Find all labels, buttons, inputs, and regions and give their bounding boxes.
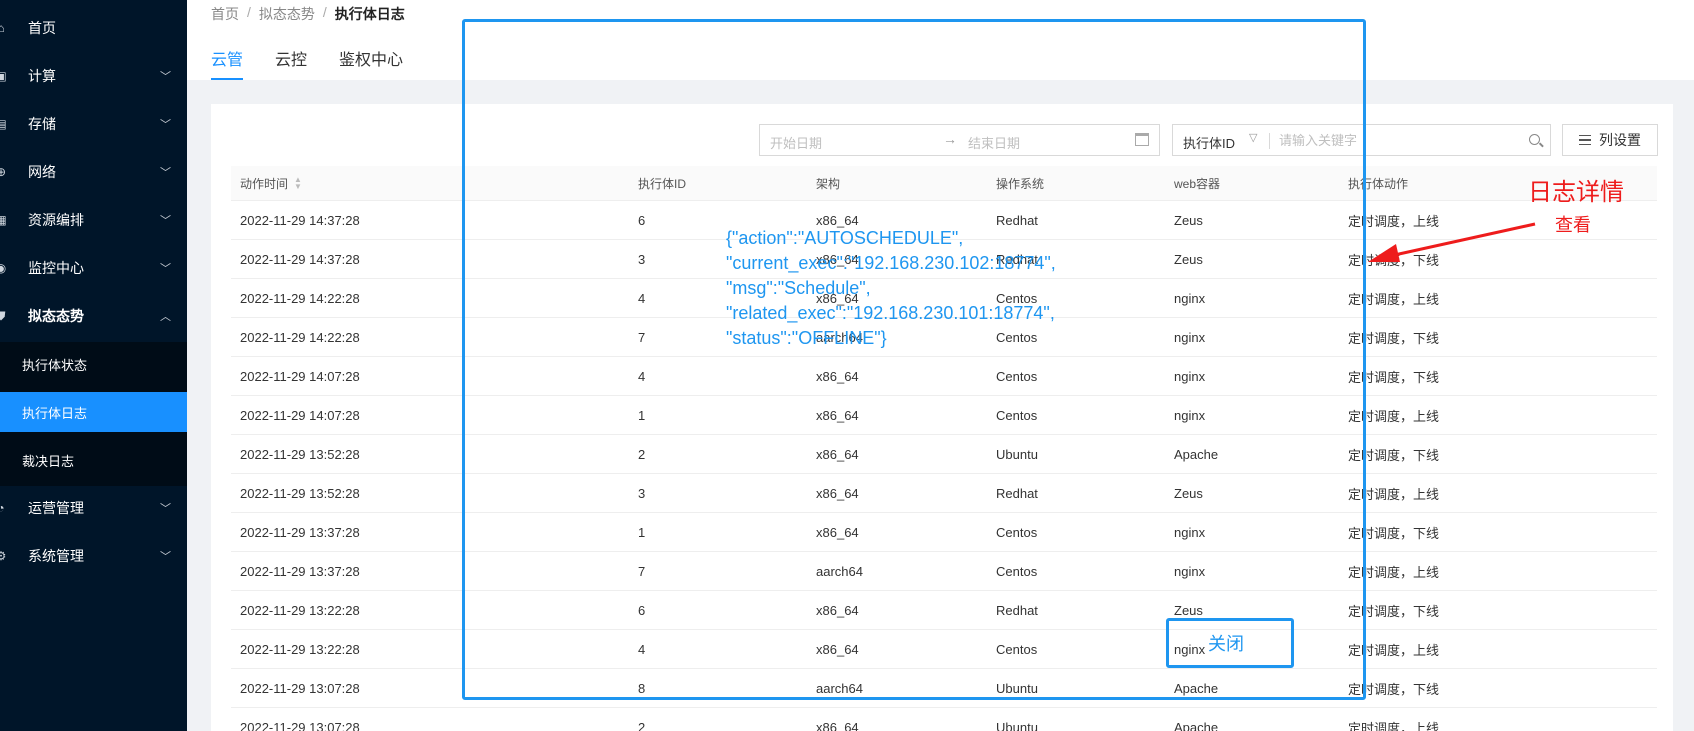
settings-icon: ⚙ (0, 549, 7, 563)
sidebar-subitem[interactable]: 裁决日志 (0, 440, 187, 480)
tab-auth-center[interactable]: 鉴权中心 (339, 46, 403, 80)
log-detail-json: {"action":"AUTOSCHEDULE", "current_exec":… (726, 226, 1056, 351)
column-header-label: 动作时间 (240, 176, 289, 191)
log-detail-line: "related_exec":"192.168.230.101:18774", (726, 303, 1055, 323)
chevron-down-icon: ﹀ (160, 167, 171, 179)
breadcrumb-current: 执行体日志 (334, 6, 405, 22)
table-cell: 2022-11-29 14:07:28 (240, 368, 360, 384)
table-cell: x86_64 (816, 719, 859, 731)
chevron-down-icon: ﹀ (160, 263, 171, 275)
table-cell: 2022-11-29 14:22:28 (240, 290, 360, 306)
sidebar-item-label: 拟态态势 (28, 308, 84, 324)
home-icon: ⌂ (0, 21, 5, 35)
sidebar-item-label: 运营管理 (28, 500, 84, 516)
sidebar-subitem-label: 执行体日志 (22, 405, 88, 421)
annotation-view: 查看 (1555, 215, 1591, 235)
sidebar-item[interactable]: ⊕ 网络 ﹀ (0, 152, 187, 192)
close-button[interactable]: 关闭 (1166, 618, 1294, 668)
sidebar-item[interactable]: ⚙ 系统管理 ﹀ (0, 536, 187, 576)
sort-icon[interactable]: ▲ ▼ (294, 176, 302, 191)
chevron-down-icon: ﹀ (160, 71, 171, 83)
red-arrow-icon (1368, 222, 1536, 262)
table-cell: 2022-11-29 14:22:28 (240, 329, 360, 345)
sidebar-subitem[interactable]: 执行体日志 (0, 392, 187, 432)
sidebar-item-label: 计算 (28, 68, 56, 84)
log-detail-line: "current_exec":"192.168.230.102:18774", (726, 253, 1056, 273)
breadcrumb-home[interactable]: 首页 (211, 4, 239, 24)
monitor-icon: ◉ (0, 261, 7, 275)
sidebar-item-label: 系统管理 (28, 548, 84, 564)
sidebar-item-label: 资源编排 (28, 212, 84, 228)
sidebar: ⌂ 首页 ▣ 计算 ﹀ ▤ 存储 ﹀ ⊕ 网络 ﹀ ▦ 资源编排 ﹀ ◉ 监控中心 ﹀ ⛊ 拟态态势 ︿ ◔ 运营管理 ﹀ ⚙… (0, 0, 187, 731)
column-header-action-time[interactable]: 动作时间 ▲ ▼ (240, 166, 302, 200)
tab-cloud-management[interactable]: 云管 (211, 46, 244, 80)
sidebar-item-label: 首页 (28, 20, 56, 36)
pie-icon: ◔ (0, 501, 5, 515)
log-detail-line: "status":"OFFLINE"} (726, 328, 887, 348)
table-cell: 2022-11-29 14:37:28 (240, 212, 360, 228)
sidebar-item[interactable]: ⌂ 首页 (0, 8, 187, 48)
table-cell: Ubuntu (996, 719, 1038, 731)
list-icon (1579, 135, 1591, 145)
chevron-down-icon: ﹀ (160, 503, 171, 515)
table-cell: 2 (638, 719, 646, 731)
storage-icon: ▤ (0, 117, 7, 131)
breadcrumb-separator: / (322, 4, 327, 20)
orchestration-icon: ▦ (0, 213, 7, 227)
compute-icon: ▣ (0, 69, 7, 83)
search-icon[interactable] (1529, 134, 1540, 145)
chevron-down-icon: ﹀ (160, 119, 171, 131)
table-cell: 2022-11-29 13:22:28 (240, 602, 360, 618)
table-cell: 定时调度，上线 (1348, 720, 1440, 731)
sidebar-item[interactable]: ▤ 存储 ﹀ (0, 104, 187, 144)
sidebar-item-label: 网络 (28, 164, 56, 180)
breadcrumb: 首页 / 拟态态势 / 执行体日志 (211, 4, 405, 24)
table-cell: 2022-11-29 13:52:28 (240, 485, 360, 501)
shield-icon: ⛊ (0, 308, 6, 323)
log-detail-line: "msg":"Schedule", (726, 278, 871, 298)
table-cell: Apache (1174, 719, 1219, 731)
chevron-down-icon: ﹀ (160, 551, 171, 563)
table-cell: 2022-11-29 13:52:28 (240, 446, 360, 462)
sidebar-subitem[interactable]: 执行体状态 (0, 344, 187, 384)
table-cell: 2022-11-29 13:22:28 (240, 641, 360, 657)
tab-cloud-control[interactable]: 云控 (275, 46, 307, 80)
sidebar-item[interactable]: ▣ 计算 ﹀ (0, 56, 187, 96)
table-cell: 2022-11-29 14:07:28 (240, 407, 360, 423)
chevron-down-icon: ﹀ (160, 215, 171, 227)
tab-bar: 云管 云控 鉴权中心 (211, 46, 403, 80)
sidebar-item-label: 存储 (28, 116, 56, 132)
column-settings-button[interactable]: 列设置 (1562, 124, 1658, 156)
globe-icon: ⊕ (0, 165, 7, 179)
table-cell: 2022-11-29 13:37:28 (240, 563, 360, 579)
chevron-up-icon: ︿ (160, 311, 171, 323)
breadcrumb-mimic-status[interactable]: 拟态态势 (259, 4, 315, 24)
sidebar-item[interactable]: ◔ 运营管理 ﹀ (0, 488, 187, 528)
table-cell: 2022-11-29 13:07:28 (240, 719, 360, 731)
table-row[interactable]: 2022-11-29 13:07:28 2 x86_64 Ubuntu Apache 定时… (231, 708, 1657, 731)
table-cell: 2022-11-29 14:37:28 (240, 251, 360, 267)
sidebar-subitem-label: 执行体状态 (22, 357, 88, 373)
annotation-log-detail: 日志详情 (1528, 179, 1624, 206)
log-detail-popup-outline (462, 19, 1366, 700)
sidebar-item[interactable]: ▦ 资源编排 ﹀ (0, 200, 187, 240)
table-cell: 2022-11-29 13:37:28 (240, 524, 360, 540)
sidebar-subitem-label: 裁决日志 (22, 453, 75, 469)
table-cell: 2022-11-29 13:07:28 (240, 680, 360, 696)
column-settings-label: 列设置 (1599, 132, 1641, 148)
breadcrumb-separator: / (247, 4, 251, 20)
sidebar-item[interactable]: ⛊ 拟态态势 ︿ (0, 296, 187, 336)
sidebar-item-label: 监控中心 (28, 260, 84, 276)
sidebar-item[interactable]: ◉ 监控中心 ﹀ (0, 248, 187, 288)
log-detail-line: {"action":"AUTOSCHEDULE", (726, 228, 964, 248)
